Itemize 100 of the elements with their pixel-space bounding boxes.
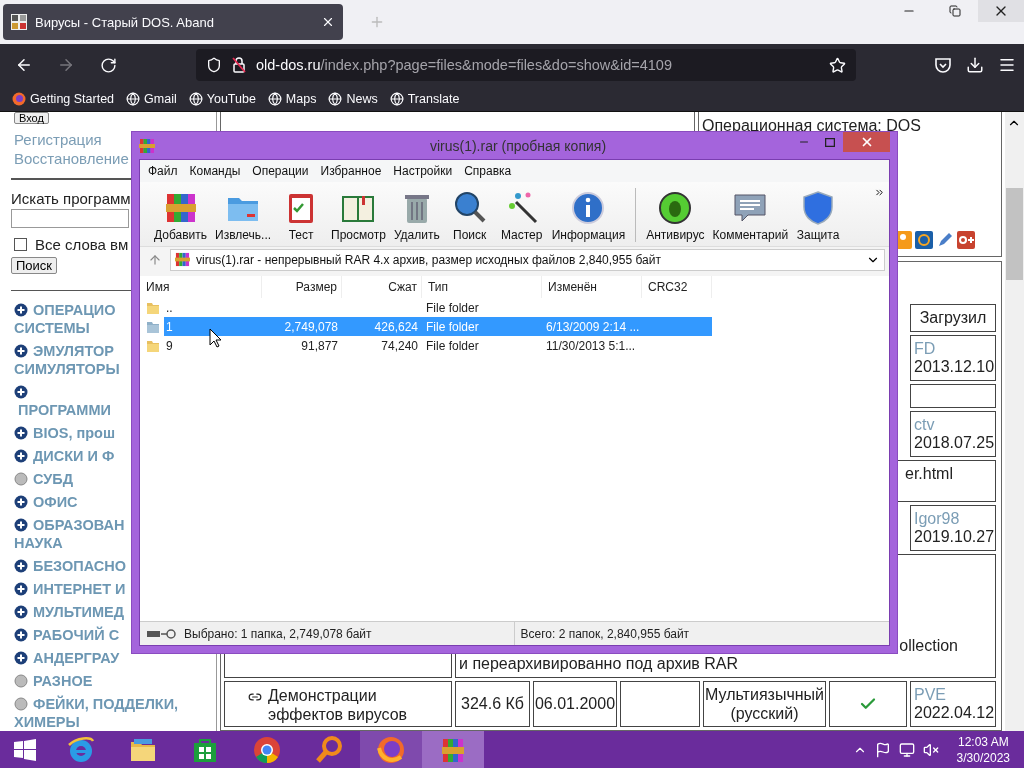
bookmark-link[interactable]: News (328, 91, 378, 106)
path-field[interactable]: virus(1).rar - непрерывный RAR 4.x архив, размер исходных файлов 2,840,955 байт (170, 248, 885, 271)
at-sign-icon[interactable] (915, 231, 933, 249)
bookmark-link[interactable]: YouTube (188, 91, 256, 106)
column-header: Загрузил (918, 309, 988, 327)
description-line: и переархивированно под архив RAR (459, 655, 740, 673)
close-button[interactable] (843, 132, 890, 152)
file-date: 06.01.2000 (534, 695, 616, 713)
bullet-icon (14, 674, 28, 688)
site-logo-icon (11, 14, 27, 30)
plus-icon (14, 605, 28, 619)
plus-icon (14, 582, 28, 596)
bookmark-link[interactable]: Getting Started (12, 91, 115, 106)
bookmark-link[interactable]: Translate (389, 91, 460, 106)
login-button[interactable]: Вход (14, 112, 49, 124)
maximize-icon (825, 137, 835, 147)
os-text: Операционная система: DOS (702, 117, 922, 135)
menu-item[interactable]: Справка (458, 164, 518, 178)
flag-icon[interactable] (874, 741, 891, 758)
column-header[interactable]: Размер (262, 276, 342, 298)
browser-tab[interactable]: Вирусы - Старый DOS. Aband (3, 4, 343, 40)
column-header[interactable]: CRC32 (642, 276, 712, 298)
shield-icon (206, 57, 222, 73)
magnifier-icon (314, 734, 344, 765)
toolbar-button[interactable]: Поиск (443, 190, 496, 242)
toolbar-button[interactable]: Удалить (389, 190, 444, 242)
plus-icon (14, 344, 28, 358)
upload-date: 2013.12.10 (914, 358, 992, 376)
search-button[interactable]: Поиск (11, 256, 58, 274)
column-header[interactable]: Сжат (342, 276, 422, 298)
toolbar-button[interactable]: Мастер (495, 190, 548, 242)
status-total: Всего: 2 папок, 2,840,955 байт (520, 626, 690, 641)
bullet-icon (14, 697, 28, 711)
globe-icon (188, 91, 203, 106)
bullet-icon (14, 472, 28, 486)
firefox-icon (12, 91, 26, 106)
menu-item[interactable]: Избранное (314, 164, 388, 178)
column-header[interactable]: Тип (422, 276, 542, 298)
plus-icon (14, 385, 28, 399)
taskbar-app[interactable] (360, 731, 422, 768)
close-icon[interactable] (321, 15, 335, 29)
address-bar[interactable]: old-dos.ru/index.php?page=files&mode=files&do=show&id=4109 (196, 49, 856, 81)
scroll-thumb[interactable] (1006, 188, 1023, 280)
toolbar-button[interactable]: Антивирус (642, 190, 709, 242)
plus-icon (14, 651, 28, 665)
info-icon (570, 190, 607, 226)
network-icon[interactable] (898, 741, 915, 758)
globe-icon (267, 91, 282, 106)
plus-icon (14, 559, 28, 573)
mouse-pointer-icon (209, 328, 223, 348)
toolbar-button[interactable]: Информация (547, 190, 630, 242)
search-label: Искать программ (11, 189, 131, 207)
toolbar-button[interactable]: Добавить (150, 190, 212, 242)
column-header[interactable]: Изменён (542, 276, 642, 298)
file-title-link[interactable]: Демонстрации эффектов вирусов (268, 686, 428, 724)
file-size: 324.6 Кб (461, 695, 524, 713)
scrollbar[interactable] (1005, 112, 1024, 731)
toolbar-button[interactable]: Защита (792, 190, 845, 242)
checkbox[interactable] (14, 237, 27, 251)
books-icon (175, 252, 190, 267)
plus-icon (14, 518, 28, 532)
toolbar-button[interactable]: Комментарий (708, 190, 793, 242)
reload-icon (99, 56, 117, 74)
bug-icon (657, 190, 694, 226)
pocket-icon[interactable] (934, 56, 952, 74)
clock[interactable]: 12:03 AM 3/30/2023 (956, 733, 1010, 766)
folder-icon (146, 319, 160, 334)
column-header[interactable]: Имя (140, 276, 262, 298)
bookmark-link[interactable]: Gmail (126, 91, 177, 106)
tab-title: Вирусы - Старый DOS. Aband (35, 14, 215, 30)
more-icon[interactable] (874, 187, 885, 198)
menu-icon[interactable] (998, 56, 1016, 74)
muted-speaker-icon[interactable] (922, 741, 939, 758)
menu-item[interactable]: Команды (183, 164, 247, 178)
url-text: old-dos.ru/index.php?page=files&mode=files&do=show&id=4109 (256, 57, 673, 73)
status-selected: Выбрано: 1 папка, 2,749,078 байт (184, 626, 372, 641)
menu-item[interactable]: Настройки (387, 164, 459, 178)
description-line: ollection (899, 637, 959, 655)
menu-item[interactable]: Операции (246, 164, 315, 178)
plus-icon (14, 449, 28, 463)
bookmark-star-icon[interactable] (829, 56, 846, 74)
window-title: virus(1).rar (пробная копия) (428, 137, 608, 154)
social-plus-icon[interactable] (957, 231, 975, 249)
toolbar-button[interactable]: Тест (275, 190, 328, 242)
pencil-icon[interactable] (936, 231, 954, 249)
toolbar-button[interactable]: Просмотр (327, 190, 390, 242)
bookmark-link[interactable]: Maps (267, 91, 317, 106)
menu-item[interactable]: Файл (142, 164, 184, 178)
search-field[interactable] (11, 208, 129, 228)
table-text: er.html (905, 465, 953, 483)
download-icon[interactable] (966, 56, 984, 74)
file-row[interactable]: .. File folder (140, 298, 889, 317)
upload-date: 2022.04.12 (914, 704, 992, 722)
lock-icon (232, 57, 246, 73)
chrome-icon (252, 734, 282, 765)
file-row[interactable]: 9 91,877 74,240 File folder 11/30/2013 5:1... (140, 336, 889, 355)
plus-icon (14, 495, 28, 509)
toolbar-button[interactable]: Извлечь... (211, 190, 276, 242)
restore-icon (949, 5, 961, 17)
close-button[interactable] (978, 0, 1024, 22)
